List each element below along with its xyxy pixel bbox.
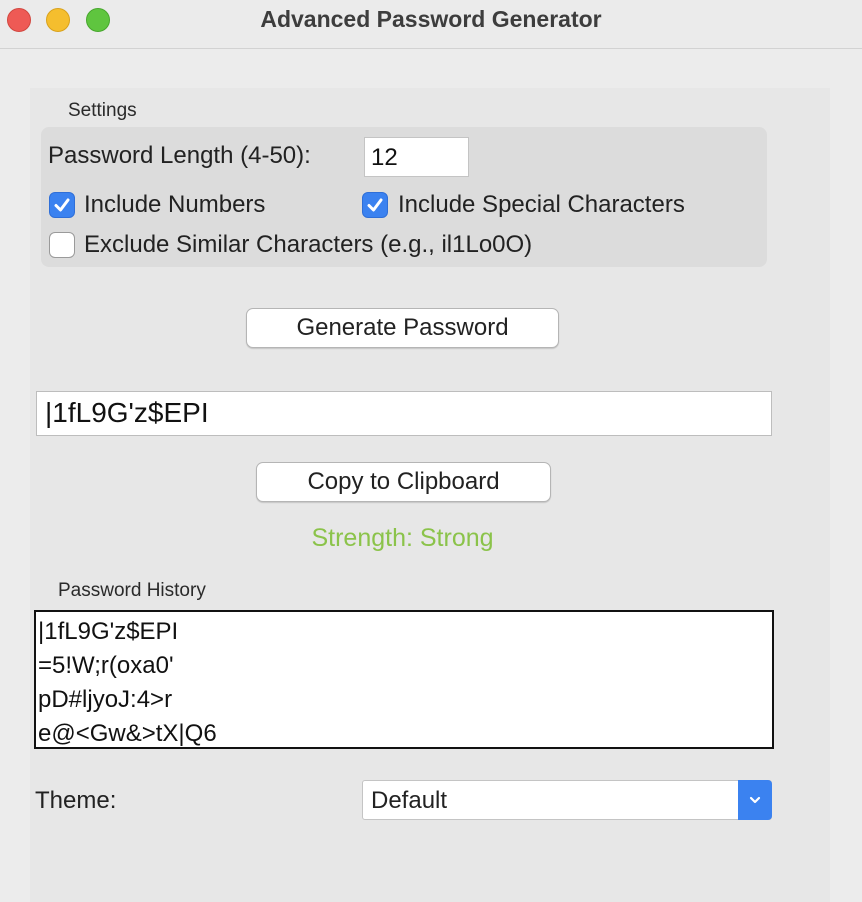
theme-select-value: Default [371, 787, 448, 814]
checkmark-icon [367, 198, 383, 212]
include-special-label[interactable]: Include Special Characters [398, 191, 685, 219]
history-item[interactable]: pD#ljyoJ:4>r [38, 683, 772, 717]
generate-password-button[interactable]: Generate Password [246, 308, 559, 348]
title-bar: Advanced Password Generator [0, 0, 862, 49]
history-item[interactable]: e@<Gw&>tX|Q6 [38, 717, 772, 747]
include-special-checkbox[interactable] [362, 192, 388, 218]
history-item[interactable]: =5!W;r(oxa0' [38, 649, 772, 683]
strength-indicator: Strength: Strong [311, 524, 494, 552]
theme-dropdown-button[interactable] [738, 780, 772, 820]
chevron-down-icon [749, 796, 761, 804]
password-length-label: Password Length (4-50): [48, 142, 311, 169]
checkmark-icon [54, 198, 70, 212]
password-history-label: Password History [58, 580, 206, 601]
include-numbers-label[interactable]: Include Numbers [84, 191, 265, 219]
exclude-similar-checkbox[interactable] [49, 232, 75, 258]
include-numbers-checkbox[interactable] [49, 192, 75, 218]
window-title: Advanced Password Generator [260, 6, 602, 32]
password-history-list[interactable]: |1fL9G'z$EPI =5!W;r(oxa0' pD#ljyoJ:4>r e… [34, 610, 774, 749]
password-length-input[interactable]: 12 [364, 137, 469, 177]
password-output-field[interactable]: |1fL9G'z$EPI [36, 391, 772, 436]
settings-group-label: Settings [68, 100, 137, 121]
copy-to-clipboard-button[interactable]: Copy to Clipboard [256, 462, 551, 502]
history-item[interactable]: |1fL9G'z$EPI [38, 615, 772, 649]
theme-select[interactable]: Default [362, 780, 772, 820]
theme-label: Theme: [35, 787, 117, 814]
exclude-similar-label[interactable]: Exclude Similar Characters (e.g., il1Lo0… [84, 231, 532, 259]
